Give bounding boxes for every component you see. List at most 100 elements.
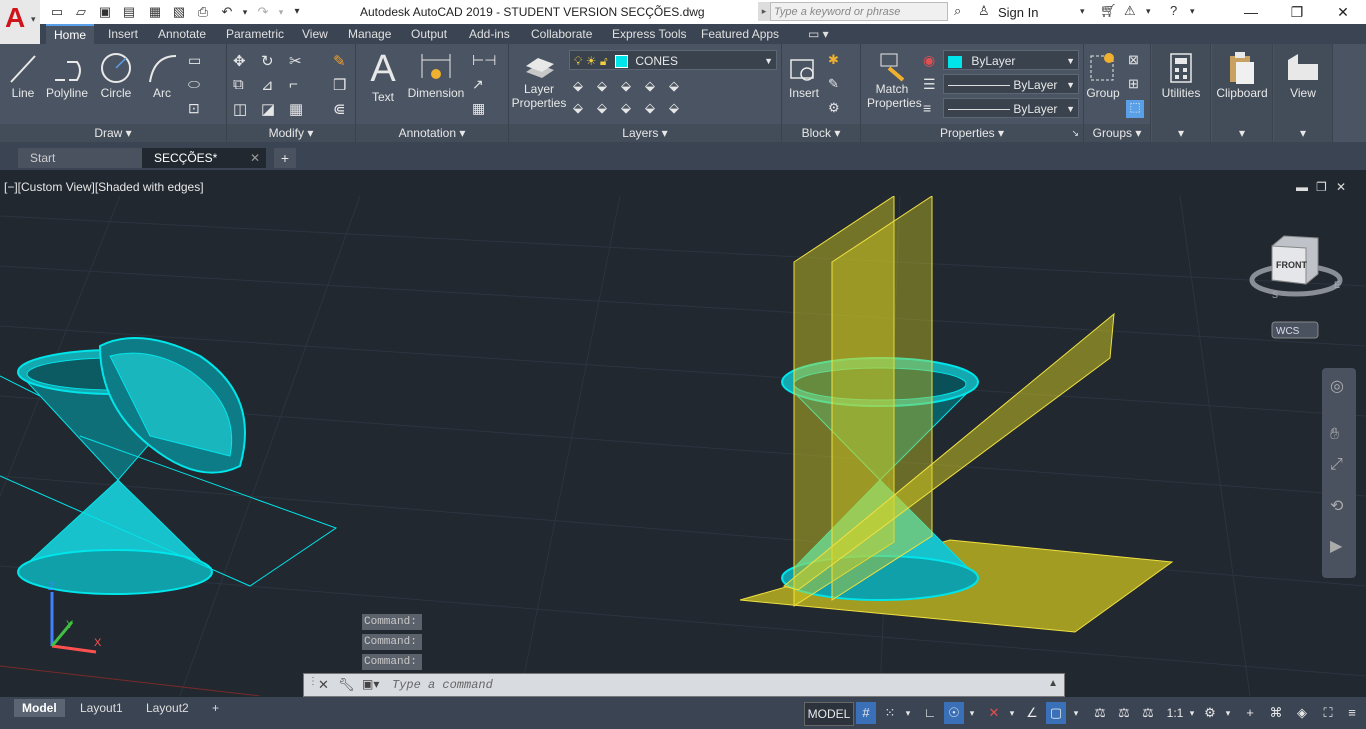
- workspace-gear-icon[interactable]: ⚙: [1200, 702, 1220, 724]
- tab-annotate[interactable]: Annotate: [150, 24, 214, 44]
- layout-tab-layout2[interactable]: Layout2: [138, 699, 197, 717]
- sign-in-dropdown-icon[interactable]: ▾: [1080, 6, 1085, 17]
- circle-button[interactable]: Circle: [96, 50, 136, 100]
- annotation-panel-title[interactable]: Annotation ▾: [356, 124, 508, 142]
- clipboard-button[interactable]: Clipboard: [1212, 50, 1272, 100]
- compass-e-label[interactable]: E: [1334, 280, 1340, 290]
- layer-tool-4-icon[interactable]: ⬙: [645, 78, 661, 94]
- create-block-icon[interactable]: ✱: [828, 52, 844, 68]
- tab-express-tools[interactable]: Express Tools: [604, 24, 694, 44]
- steering-wheel-icon[interactable]: ◎: [1330, 376, 1344, 396]
- workspace-dropdown-icon[interactable]: ▾: [1222, 702, 1234, 724]
- dimension-button[interactable]: Dimension: [406, 50, 466, 100]
- viewcube-face-label[interactable]: FRONT: [1276, 260, 1307, 270]
- tab-add-ins[interactable]: Add-ins: [461, 24, 518, 44]
- tab-collaborate[interactable]: Collaborate: [523, 24, 600, 44]
- showmotion-icon[interactable]: ▶: [1330, 536, 1342, 556]
- model-space-button[interactable]: MODEL: [804, 702, 854, 726]
- linear-dimension-icon[interactable]: ⊢⊣: [472, 52, 496, 68]
- draw-panel-title[interactable]: Draw ▾: [0, 124, 226, 142]
- color-dropdown[interactable]: ByLayer ▼: [943, 50, 1079, 70]
- arc-button[interactable]: Arc: [144, 50, 180, 100]
- layer-tool-2-icon[interactable]: ⬙: [597, 78, 613, 94]
- offset-icon[interactable]: ⋐: [333, 100, 349, 118]
- tab-view[interactable]: View: [294, 24, 336, 44]
- lineweight-dropdown[interactable]: ByLayer ▼: [943, 98, 1079, 118]
- layer-tool-9-icon[interactable]: ⬙: [645, 100, 661, 116]
- annotation-scale-icon[interactable]: ⚖: [1138, 702, 1158, 724]
- user-icon[interactable]: ♙: [978, 3, 990, 19]
- plot-icon[interactable]: ⎙: [194, 3, 212, 21]
- leader-icon[interactable]: ↗: [472, 76, 488, 92]
- isolate-objects-icon[interactable]: ◈: [1292, 702, 1312, 724]
- snap-icon[interactable]: ⁙: [880, 702, 900, 724]
- linetype-dropdown[interactable]: ByLayer ▼: [943, 74, 1079, 94]
- right-cone-model[interactable]: [739, 196, 1174, 633]
- ungroup-icon[interactable]: ⊠: [1128, 52, 1144, 68]
- block-attribute-icon[interactable]: ⚙: [828, 100, 844, 116]
- dialog-launcher-icon[interactable]: ↘: [1071, 124, 1079, 142]
- layout-tab-model[interactable]: Model: [14, 699, 65, 717]
- customize-wrench-icon[interactable]: 🔧︎: [338, 677, 355, 693]
- scale-dropdown-icon[interactable]: ▾: [1186, 702, 1198, 724]
- ribbon-state-toggle-icon[interactable]: ▭ ▾: [800, 24, 837, 44]
- search-expand-icon[interactable]: ▸: [758, 2, 770, 21]
- save-web-icon[interactable]: ▧: [170, 3, 188, 21]
- open-web-icon[interactable]: ▦: [146, 3, 164, 21]
- a360-icon[interactable]: ⚠︎: [1124, 3, 1136, 19]
- a360-dropdown-icon[interactable]: ▾: [1146, 6, 1151, 17]
- fillet-icon[interactable]: ⌐: [289, 76, 305, 93]
- tab-featured-apps[interactable]: Featured Apps: [693, 24, 787, 44]
- close-button[interactable]: ✕: [1320, 2, 1366, 22]
- undo-icon[interactable]: ↶: [218, 3, 236, 21]
- viewport-close-icon[interactable]: ✕: [1336, 180, 1346, 194]
- array-icon[interactable]: ▦: [289, 100, 305, 118]
- cart-icon[interactable]: 🛒︎: [1100, 3, 1117, 19]
- annotation-scale-value[interactable]: 1:1: [1162, 702, 1188, 724]
- close-tab-icon[interactable]: ✕: [250, 148, 260, 168]
- stretch-icon[interactable]: ◫: [233, 100, 249, 118]
- add-layout-plus-icon[interactable]: +: [204, 699, 227, 717]
- copy-icon[interactable]: ⧉: [233, 76, 249, 93]
- grid-icon[interactable]: #: [856, 702, 876, 724]
- customize-toolbar-icon[interactable]: ▾: [288, 3, 306, 21]
- application-menu-button[interactable]: A ▾: [0, 0, 40, 44]
- command-grip-icon[interactable]: ⋮: [308, 676, 318, 687]
- edit-block-icon[interactable]: ✎: [828, 76, 844, 92]
- clean-screen-icon[interactable]: ⛶: [1318, 702, 1338, 724]
- viewport-controls-label[interactable]: [−][Custom View][Shaded with edges]: [4, 180, 204, 194]
- help-icon[interactable]: ?: [1170, 3, 1177, 18]
- binoculars-icon[interactable]: ⌕: [954, 3, 961, 19]
- clipboard-expand-icon[interactable]: ▾: [1212, 124, 1272, 142]
- minimize-button[interactable]: —: [1228, 2, 1274, 22]
- snap-dropdown-icon[interactable]: ▾: [902, 702, 914, 724]
- layer-tool-7-icon[interactable]: ⬙: [597, 100, 613, 116]
- view-button[interactable]: View: [1274, 50, 1332, 100]
- object-snap-icon[interactable]: ▢: [1046, 702, 1066, 724]
- clipboard-panel[interactable]: Clipboard ▾: [1212, 44, 1273, 142]
- group-selection-icon[interactable]: ⬚: [1126, 100, 1144, 118]
- new-file-icon[interactable]: ▭: [48, 3, 66, 21]
- osnap-dropdown-icon[interactable]: ▾: [1070, 702, 1082, 724]
- layer-tool-8-icon[interactable]: ⬙: [621, 100, 637, 116]
- annotation-visibility-icon[interactable]: ⚖: [1090, 702, 1110, 724]
- command-history-toggle-icon[interactable]: ▲: [1048, 678, 1058, 689]
- left-cone-model[interactable]: [0, 337, 338, 595]
- compass-s-label[interactable]: S: [1272, 290, 1278, 300]
- sign-in-button[interactable]: Sign In: [998, 5, 1038, 20]
- isodraft-icon[interactable]: ✕: [984, 702, 1004, 724]
- layout-tab-layout1[interactable]: Layout1: [72, 699, 131, 717]
- properties-panel-title[interactable]: Properties ▾ ↘: [861, 124, 1083, 142]
- hatch-icon[interactable]: ⬭: [188, 76, 204, 92]
- layer-tool-1-icon[interactable]: ⬙: [573, 78, 589, 94]
- utilities-expand-icon[interactable]: ▾: [1152, 124, 1210, 142]
- ortho-icon[interactable]: ∟: [920, 702, 940, 724]
- close-command-icon[interactable]: ✕: [318, 677, 329, 693]
- layer-tool-6-icon[interactable]: ⬙: [573, 100, 589, 116]
- viewport-restore-icon[interactable]: ❐: [1316, 180, 1327, 194]
- tab-manage[interactable]: Manage: [340, 24, 399, 44]
- new-tab-plus-icon[interactable]: +: [274, 148, 296, 168]
- rotate-icon[interactable]: ↻: [261, 52, 277, 70]
- model-space-canvas[interactable]: Z Y X FRONT S E WCS: [0, 196, 1366, 696]
- view-panel[interactable]: View ▾: [1274, 44, 1333, 142]
